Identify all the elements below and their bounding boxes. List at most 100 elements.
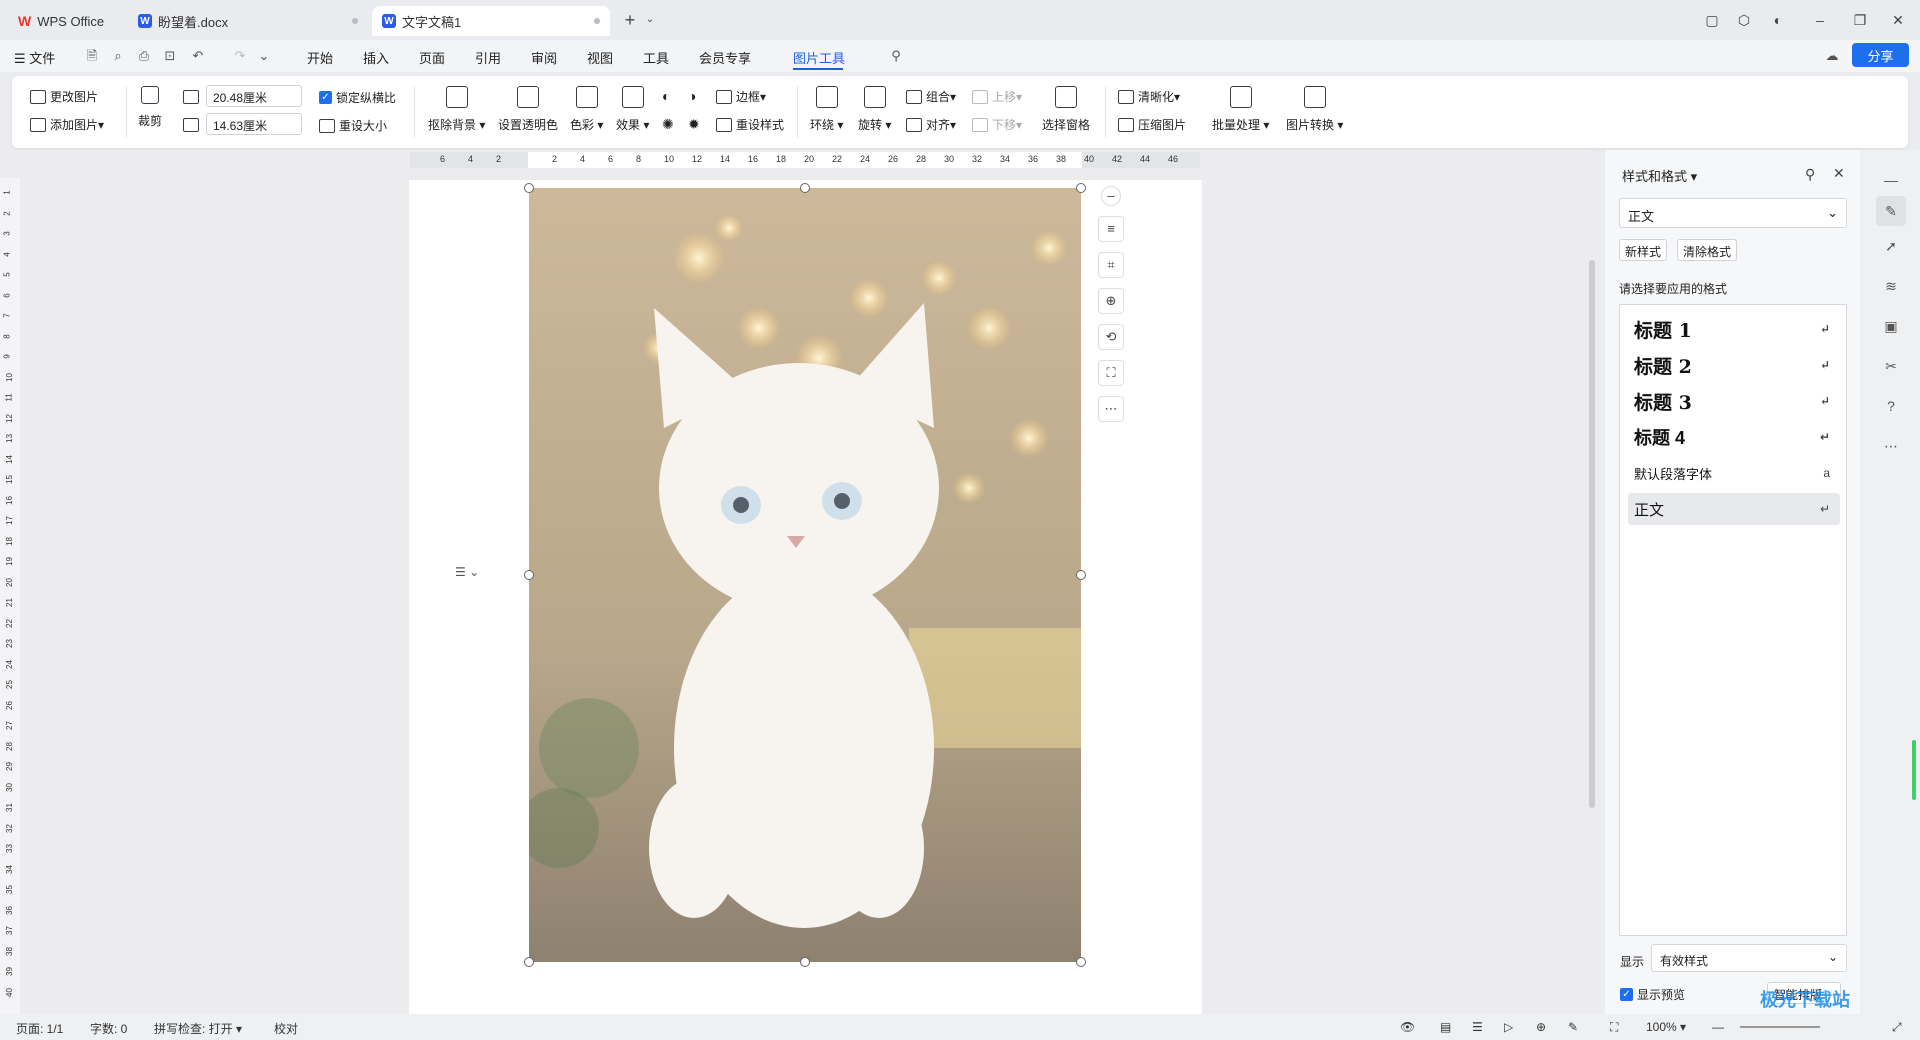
- more-icon[interactable]: ⋯: [1881, 436, 1901, 456]
- border-button[interactable]: 边框 ▾: [716, 88, 766, 105]
- page-view-icon[interactable]: ▤: [1440, 1020, 1451, 1034]
- show-preview-checkbox[interactable]: ✓ 显示预览: [1620, 986, 1685, 1003]
- paragraph-layout-icon[interactable]: ☰ ⌄: [455, 565, 493, 585]
- new-style-button[interactable]: 新样式: [1619, 239, 1668, 261]
- style-item-heading-3[interactable]: 标题 3 ↵: [1628, 385, 1840, 417]
- avatar[interactable]: ◐: [1768, 10, 1788, 30]
- cube-icon[interactable]: ⬡: [1734, 10, 1754, 30]
- style-item-default-font[interactable]: 默认段落字体 a: [1628, 457, 1840, 489]
- menu-picture-tools[interactable]: 图片工具: [793, 48, 845, 67]
- share-button[interactable]: 分享: [1852, 43, 1909, 67]
- menu-file[interactable]: ☰ 文件: [14, 48, 55, 67]
- help-icon[interactable]: ?: [1881, 396, 1901, 416]
- zoom-level[interactable]: 100% ▾: [1646, 1020, 1686, 1034]
- resize-handle-w[interactable]: [524, 570, 534, 580]
- color-button[interactable]: 色彩 ▾: [570, 86, 603, 133]
- zoom-in-icon[interactable]: ⊕: [1098, 288, 1124, 314]
- wrap-text-icon[interactable]: ≡: [1098, 216, 1124, 242]
- menu-home[interactable]: 开始: [307, 48, 333, 67]
- current-style-select[interactable]: 正文 ⌄: [1619, 198, 1847, 228]
- menu-insert[interactable]: 插入: [363, 48, 389, 67]
- print-icon[interactable]: ⎙: [136, 48, 152, 64]
- menu-view[interactable]: 视图: [587, 48, 613, 67]
- selected-picture-kitten[interactable]: [529, 188, 1081, 962]
- crop-button[interactable]: 裁剪: [138, 86, 162, 129]
- tab-list-chevron-icon[interactable]: ⌄: [640, 10, 660, 30]
- style-item-heading-2[interactable]: 标题 2 ↵: [1628, 349, 1840, 381]
- sharpen-button[interactable]: 清晰化 ▾: [1118, 88, 1180, 105]
- fullscreen-icon[interactable]: ⤢: [1892, 1020, 1902, 1035]
- more-chevron-icon[interactable]: ⌄: [256, 48, 272, 64]
- wrap-button[interactable]: 环绕 ▾: [810, 86, 843, 133]
- style-item-heading-1[interactable]: 标题 1 ↵: [1628, 313, 1840, 345]
- pin-icon[interactable]: ⚲: [1805, 166, 1815, 183]
- redo-icon[interactable]: ↷: [232, 48, 248, 64]
- move-up-button[interactable]: 上移 ▾: [972, 88, 1022, 105]
- window-layout-icon[interactable]: ▢: [1702, 10, 1722, 30]
- adjust-icon[interactable]: ≋: [1881, 276, 1901, 296]
- add-picture-button[interactable]: 添加图片 ▾: [30, 116, 104, 133]
- more-options-icon[interactable]: ⋯: [1098, 396, 1124, 422]
- spell-check[interactable]: 拼写检查: 打开 ▾: [154, 1020, 242, 1037]
- document-scrollbar[interactable]: [1589, 260, 1595, 808]
- outline-view-icon[interactable]: ☰: [1472, 1020, 1483, 1034]
- collapse-toolbar-icon[interactable]: –: [1101, 186, 1121, 206]
- format-painter-icon[interactable]: ⌕: [110, 48, 126, 64]
- batch-process-button[interactable]: 批量处理 ▾: [1212, 86, 1269, 133]
- resize-handle-sw[interactable]: [524, 957, 534, 967]
- change-picture-button[interactable]: 更改图片: [30, 88, 98, 105]
- minimize-rail-icon[interactable]: —: [1881, 170, 1901, 190]
- resize-handle-e[interactable]: [1076, 570, 1086, 580]
- height-input[interactable]: 14.63厘米: [206, 113, 302, 135]
- cloud-icon[interactable]: ☁: [1824, 48, 1840, 64]
- contrast-down-icon[interactable]: ✹: [688, 116, 700, 133]
- close-icon[interactable]: ✕: [1888, 10, 1908, 30]
- zoom-out-icon[interactable]: —: [1712, 1020, 1724, 1034]
- save-icon[interactable]: 🗎: [84, 48, 100, 64]
- brightness-up-icon[interactable]: ◐: [662, 88, 670, 104]
- selection-pane-button[interactable]: 选择窗格: [1042, 86, 1090, 133]
- minimize-icon[interactable]: –: [1810, 10, 1830, 30]
- move-down-button[interactable]: 下移 ▾: [972, 116, 1022, 133]
- tab-wps-office[interactable]: W WPS Office: [8, 6, 126, 36]
- select-icon[interactable]: ➚: [1881, 236, 1901, 256]
- set-transparent-button[interactable]: 设置透明色: [498, 86, 558, 133]
- show-style-select[interactable]: 有效样式 ⌄: [1651, 944, 1847, 972]
- remove-background-button[interactable]: 抠除背景 ▾: [428, 86, 485, 133]
- resize-handle-n[interactable]: [800, 183, 810, 193]
- undo-icon[interactable]: ↶: [190, 48, 206, 64]
- panel-close-icon[interactable]: ✕: [1833, 165, 1845, 182]
- resize-handle-ne[interactable]: [1076, 183, 1086, 193]
- tab-document-2[interactable]: W 文字文稿1: [372, 6, 610, 36]
- effect-button[interactable]: 效果 ▾: [616, 86, 649, 133]
- tools-icon[interactable]: ✂: [1881, 356, 1901, 376]
- print-preview-icon[interactable]: ⊡: [162, 48, 178, 64]
- word-count[interactable]: 字数: 0: [90, 1020, 127, 1037]
- tab-document-1[interactable]: W 盼望着.docx: [128, 6, 368, 36]
- fit-icon[interactable]: ⛶: [1098, 360, 1124, 386]
- menu-tools[interactable]: 工具: [643, 48, 669, 67]
- resize-handle-se[interactable]: [1076, 957, 1086, 967]
- menu-references[interactable]: 引用: [475, 48, 501, 67]
- menu-page[interactable]: 页面: [419, 48, 445, 67]
- web-view-icon[interactable]: ⊕: [1536, 1020, 1546, 1034]
- align-button[interactable]: 对齐 ▾: [906, 116, 956, 133]
- rotate-button[interactable]: 旋转 ▾: [858, 86, 891, 133]
- rotate-float-icon[interactable]: ⟲: [1098, 324, 1124, 350]
- resize-handle-s[interactable]: [800, 957, 810, 967]
- reset-size-button[interactable]: 重设大小: [319, 117, 387, 134]
- style-edit-icon[interactable]: ✎: [1876, 196, 1906, 226]
- reset-style-button[interactable]: 重设样式: [716, 116, 784, 133]
- compress-picture-button[interactable]: 压缩图片: [1118, 116, 1186, 133]
- proofread[interactable]: 校对: [274, 1020, 298, 1037]
- pen-icon[interactable]: ✎: [1568, 1020, 1578, 1034]
- play-icon[interactable]: ▷: [1504, 1020, 1513, 1034]
- image-edit-icon[interactable]: ▣: [1881, 316, 1901, 336]
- new-tab-icon[interactable]: +: [620, 10, 640, 30]
- menu-review[interactable]: 审阅: [531, 48, 557, 67]
- group-button[interactable]: 组合 ▾: [906, 88, 956, 105]
- zoom-slider[interactable]: [1740, 1026, 1820, 1028]
- resize-handle-nw[interactable]: [524, 183, 534, 193]
- menu-member[interactable]: 会员专享: [699, 48, 751, 67]
- picture-convert-button[interactable]: 图片转换 ▾: [1286, 86, 1343, 133]
